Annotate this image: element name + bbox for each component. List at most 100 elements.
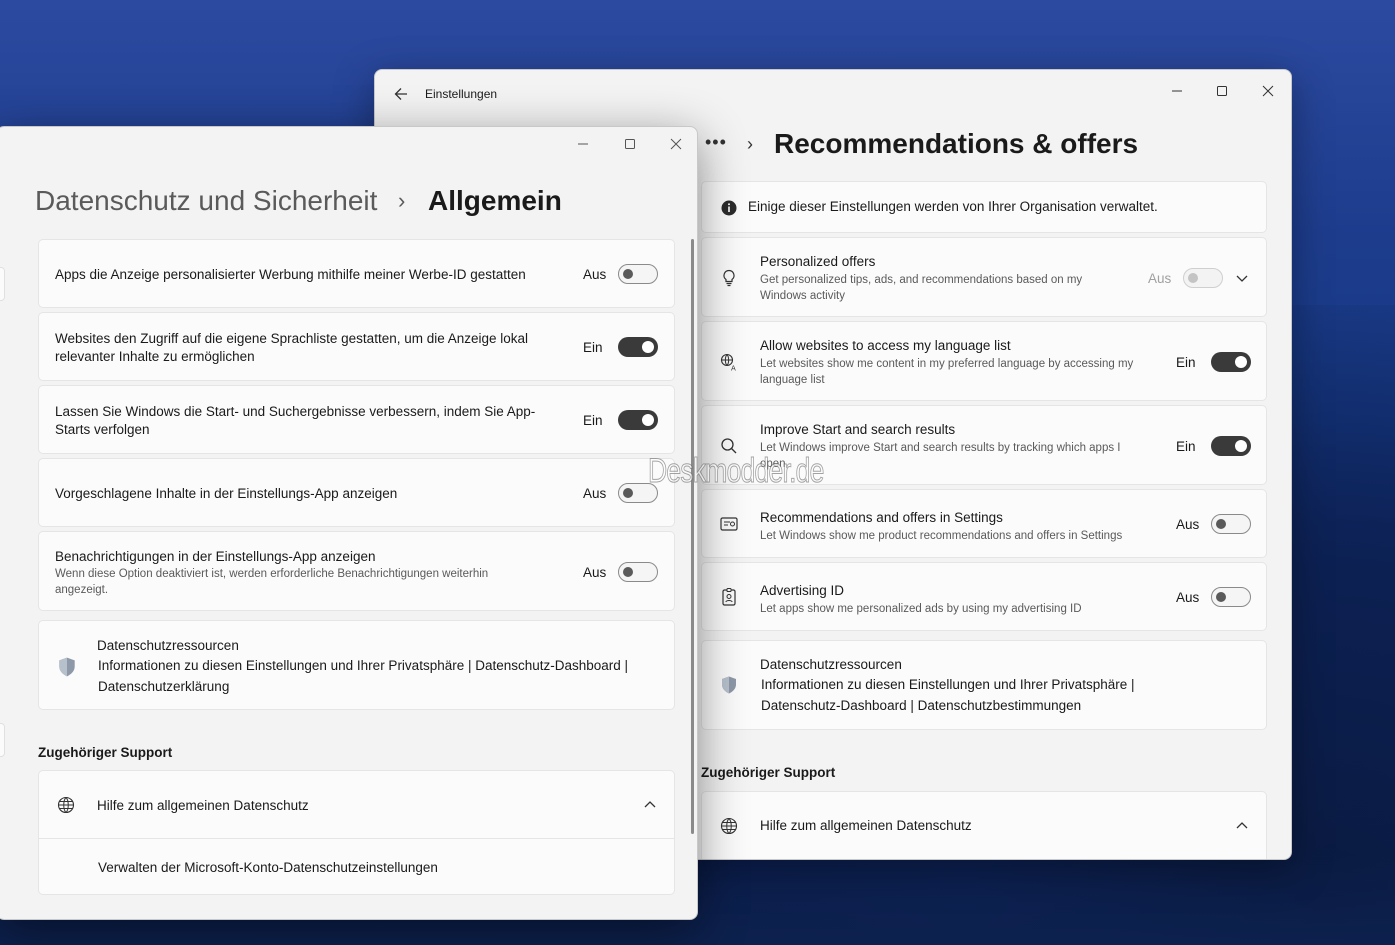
setting-title: Lassen Sie Windows die Start- und Sucher… bbox=[55, 404, 536, 419]
setting-title: Vorgeschlagene Inhalte in der Einstellun… bbox=[55, 486, 398, 501]
setting-description: Let apps show me personalized ads by usi… bbox=[760, 603, 1082, 615]
setting-row-personalized-offers[interactable]: Personalized offers Get personalized tip… bbox=[701, 237, 1267, 317]
breadcrumb-separator: › bbox=[398, 188, 406, 213]
toggle-switch[interactable] bbox=[1211, 514, 1251, 534]
settings-window-front: Datenschutz und Sicherheit › Allgemein A… bbox=[0, 126, 698, 920]
shield-icon bbox=[59, 657, 75, 677]
support-link-account-privacy[interactable]: Verwalten der Microsoft-Konto-Datenschut… bbox=[98, 859, 438, 877]
chevron-up-icon[interactable] bbox=[643, 798, 657, 812]
page-title: Recommendations & offers bbox=[774, 128, 1139, 159]
globe-icon bbox=[57, 796, 75, 814]
setting-title: Starts verfolgen bbox=[55, 422, 150, 437]
lightbulb-icon bbox=[723, 269, 735, 287]
page-title: Allgemein bbox=[428, 185, 562, 216]
privacy-links-line2[interactable]: Datenschutzerklärung bbox=[98, 678, 229, 696]
setting-description: language list bbox=[760, 374, 825, 386]
setting-description: Let websites show me content in my prefe… bbox=[760, 358, 1134, 370]
setting-description: Get personalized tips, ads, and recommen… bbox=[760, 274, 1083, 286]
support-item-label: Hilfe zum allgemeinen Datenschutz bbox=[760, 818, 972, 833]
svg-text:A: A bbox=[731, 365, 736, 373]
breadcrumb-overflow[interactable]: ••• bbox=[705, 132, 727, 153]
support-expander[interactable]: Hilfe zum allgemeinen Datenschutz Verwal… bbox=[38, 770, 675, 895]
support-heading: Zugehöriger Support bbox=[38, 745, 173, 760]
scrollbar[interactable] bbox=[691, 239, 694, 834]
back-arrow-icon[interactable] bbox=[391, 84, 411, 104]
privacy-resources-card: Datenschutzressourcen Informationen zu d… bbox=[701, 640, 1267, 730]
toggle-switch[interactable] bbox=[1211, 352, 1251, 372]
setting-title: Apps die Anzeige personalisierter Werbun… bbox=[55, 267, 526, 282]
toggle-switch[interactable] bbox=[1211, 436, 1251, 456]
titlebar: Einstellungen bbox=[375, 70, 1291, 118]
setting-description: angezeigt. bbox=[55, 584, 109, 596]
close-button[interactable] bbox=[1253, 76, 1283, 106]
sidebar-edge bbox=[0, 723, 5, 757]
info-banner-text: Einige dieser Einstellungen werden von I… bbox=[748, 199, 1158, 214]
privacy-links-line1[interactable]: Informationen zu diesen Einstellungen un… bbox=[761, 677, 1134, 692]
setting-description: Wenn diese Option deaktiviert ist, werde… bbox=[55, 568, 489, 580]
info-icon bbox=[721, 200, 737, 216]
chevron-up-icon[interactable] bbox=[1235, 819, 1249, 833]
setting-row-suggested-content[interactable]: Vorgeschlagene Inhalte in der Einstellun… bbox=[38, 458, 675, 527]
toggle-state-label: Aus bbox=[583, 267, 607, 282]
maximize-button[interactable] bbox=[1207, 76, 1237, 106]
setting-title: Recommendations and offers in Settings bbox=[760, 510, 1003, 525]
info-banner: Einige dieser Einstellungen werden von I… bbox=[701, 181, 1267, 233]
setting-row-recommendations-settings[interactable]: Recommendations and offers in Settings L… bbox=[701, 489, 1267, 558]
language-icon: A bbox=[720, 353, 736, 373]
toggle-switch[interactable] bbox=[1183, 268, 1223, 288]
settings-card-icon bbox=[720, 517, 738, 531]
minimize-button[interactable] bbox=[1162, 76, 1192, 106]
close-icon bbox=[670, 138, 682, 150]
setting-title: Improve Start and search results bbox=[760, 422, 956, 437]
minimize-button[interactable] bbox=[568, 129, 598, 159]
toggle-switch[interactable] bbox=[618, 410, 658, 430]
toggle-switch[interactable] bbox=[618, 337, 658, 357]
privacy-resources-title: Datenschutzressourcen bbox=[760, 657, 902, 672]
toggle-switch[interactable] bbox=[618, 562, 658, 582]
maximize-icon bbox=[1217, 86, 1227, 96]
setting-title: Websites den Zugriff auf die eigene Spra… bbox=[55, 331, 529, 346]
divider bbox=[39, 838, 674, 839]
setting-row-advertising-id[interactable]: Apps die Anzeige personalisierter Werbun… bbox=[38, 239, 675, 308]
close-icon bbox=[1262, 85, 1274, 97]
toggle-state-label: Ein bbox=[583, 340, 603, 355]
privacy-resources-card: Datenschutzressourcen Informationen zu d… bbox=[38, 620, 675, 710]
setting-title: Benachrichtigungen in der Einstellungs-A… bbox=[55, 549, 376, 564]
toggle-state-label: Ein bbox=[583, 413, 603, 428]
toggle-switch[interactable] bbox=[618, 264, 658, 284]
close-button[interactable] bbox=[661, 129, 691, 159]
toggle-switch[interactable] bbox=[1211, 587, 1251, 607]
setting-row-language-list[interactable]: Websites den Zugriff auf die eigene Spra… bbox=[38, 312, 675, 381]
sidebar-edge bbox=[0, 267, 5, 301]
privacy-links-line1[interactable]: Informationen zu diesen Einstellungen un… bbox=[98, 657, 628, 675]
setting-description: Windows activity bbox=[760, 290, 845, 302]
setting-description: Let Windows show me product recommendati… bbox=[760, 530, 1123, 542]
toggle-state-label: Ein bbox=[1176, 439, 1196, 454]
privacy-resources-title: Datenschutzressourcen bbox=[97, 638, 239, 653]
watermark: Deskmodder.de bbox=[648, 452, 825, 491]
support-item-label: Hilfe zum allgemeinen Datenschutz bbox=[97, 798, 309, 813]
setting-title: Allow websites to access my language lis… bbox=[760, 338, 1011, 353]
toggle-state-label: Aus bbox=[1148, 271, 1172, 286]
breadcrumb-parent[interactable]: Datenschutz und Sicherheit bbox=[35, 185, 377, 217]
minimize-icon bbox=[1172, 90, 1182, 92]
setting-row-advertising-id[interactable]: Advertising ID Let apps show me personal… bbox=[701, 562, 1267, 631]
setting-row-notifications[interactable]: Benachrichtigungen in der Einstellungs-A… bbox=[38, 531, 675, 611]
id-badge-icon bbox=[722, 588, 736, 606]
toggle-state-label: Aus bbox=[1176, 590, 1200, 605]
setting-row-start-search[interactable]: Lassen Sie Windows die Start- und Sucher… bbox=[38, 385, 675, 454]
privacy-links-line2[interactable]: Datenschutz-Dashboard | Datenschutzbesti… bbox=[761, 698, 1081, 713]
setting-title: Personalized offers bbox=[760, 254, 876, 269]
chevron-down-icon[interactable] bbox=[1235, 271, 1249, 285]
setting-title: Advertising ID bbox=[760, 583, 845, 598]
app-title: Einstellungen bbox=[425, 87, 498, 101]
setting-title: relevanter Inhalte zu ermöglichen bbox=[55, 349, 255, 364]
globe-icon bbox=[720, 817, 738, 835]
support-item[interactable]: Hilfe zum allgemeinen Datenschutz bbox=[701, 791, 1267, 859]
support-heading: Zugehöriger Support bbox=[701, 765, 836, 780]
toggle-state-label: Aus bbox=[583, 486, 607, 501]
setting-row-language-list[interactable]: A Allow websites to access my language l… bbox=[701, 321, 1267, 401]
maximize-icon bbox=[625, 139, 635, 149]
breadcrumb-separator: › bbox=[747, 134, 753, 154]
maximize-button[interactable] bbox=[615, 129, 645, 159]
